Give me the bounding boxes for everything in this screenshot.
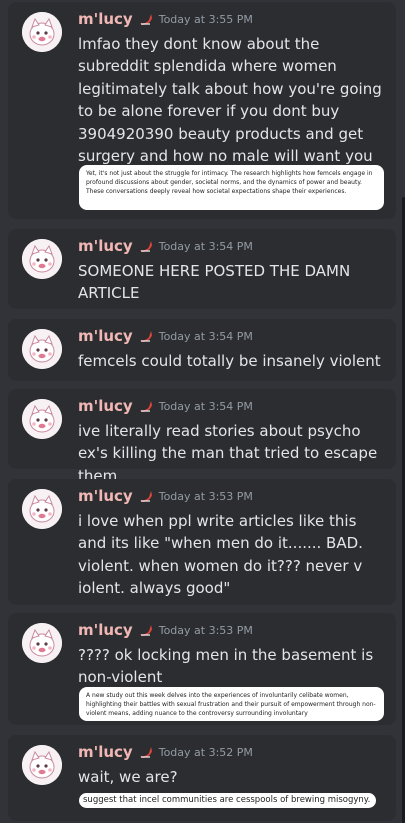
avatar-image	[22, 329, 62, 369]
role-badge-icon	[137, 487, 155, 505]
author-name[interactable]: m'lucy	[78, 10, 133, 28]
author-name[interactable]: m'lucy	[78, 743, 133, 761]
avatar-image	[22, 623, 62, 663]
timestamp: Today at 3:53 PM	[158, 623, 253, 637]
author-name[interactable]: m'lucy	[78, 237, 133, 255]
avatar[interactable]	[22, 623, 62, 663]
message: m'lucy Today at 3:54 PM SOMEONE HERE POS…	[8, 229, 396, 309]
avatar[interactable]	[22, 489, 62, 529]
message-text: ive literally read stories about psycho …	[78, 422, 378, 485]
message-header: m'lucy Today at 3:53 PM	[78, 487, 253, 505]
role-badge-icon	[137, 327, 155, 345]
message: m'lucy Today at 3:52 PM wait, we are? su…	[8, 735, 396, 821]
role-badge-icon	[137, 621, 155, 639]
message: m'lucy Today at 3:54 PM femcels could to…	[8, 319, 396, 381]
avatar-image	[22, 239, 62, 279]
message-header: m'lucy Today at 3:52 PM	[78, 743, 253, 761]
message-header: m'lucy Today at 3:54 PM	[78, 327, 253, 345]
timestamp: Today at 3:54 PM	[158, 239, 253, 253]
attachment-image[interactable]: A new study out this week delves into th…	[79, 687, 384, 721]
role-badge-icon	[137, 397, 155, 415]
avatar-image	[22, 12, 62, 52]
message: m'lucy Today at 3:53 PM ???? ok locking …	[8, 613, 396, 725]
message-text: femcels could totally be insanely violen…	[78, 352, 381, 370]
author-name[interactable]: m'lucy	[78, 621, 133, 639]
message-text: i love when ppl write articles like this…	[78, 512, 363, 598]
timestamp: Today at 3:52 PM	[158, 745, 253, 759]
timestamp: Today at 3:53 PM	[158, 489, 253, 503]
message-text: SOMEONE HERE POSTED THE DAMN ARTICLE	[78, 262, 351, 303]
avatar[interactable]	[22, 12, 62, 52]
avatar-image	[22, 745, 62, 785]
author-name[interactable]: m'lucy	[78, 327, 133, 345]
message-text: ???? ok locking men in the basement is n…	[78, 646, 374, 687]
message-header: m'lucy Today at 3:53 PM	[78, 621, 253, 639]
message-header: m'lucy Today at 3:55 PM	[78, 10, 253, 28]
role-badge-icon	[137, 10, 155, 28]
message: m'lucy Today at 3:54 PM ive literally re…	[8, 389, 396, 485]
avatar[interactable]	[22, 399, 62, 439]
message-text: wait, we are?	[78, 768, 178, 786]
message-header: m'lucy Today at 3:54 PM	[78, 397, 253, 415]
avatar[interactable]	[22, 329, 62, 369]
avatar[interactable]	[22, 745, 62, 785]
message-text: lmfao they dont know about the subreddit…	[78, 35, 382, 166]
timestamp: Today at 3:55 PM	[158, 12, 253, 26]
timestamp: Today at 3:54 PM	[158, 399, 253, 413]
avatar-image	[22, 489, 62, 529]
role-badge-icon	[137, 237, 155, 255]
author-name[interactable]: m'lucy	[78, 397, 133, 415]
attachment-image[interactable]: suggest that incel communities are cessp…	[79, 793, 376, 808]
message-header: m'lucy Today at 3:54 PM	[78, 237, 253, 255]
avatar[interactable]	[22, 239, 62, 279]
message: m'lucy Today at 3:55 PM lmfao they dont …	[8, 2, 396, 219]
role-badge-icon	[137, 743, 155, 761]
avatar-image	[22, 399, 62, 439]
attachment-image[interactable]: Yet, it's not just about the struggle fo…	[79, 165, 384, 210]
author-name[interactable]: m'lucy	[78, 487, 133, 505]
timestamp: Today at 3:54 PM	[158, 329, 253, 343]
message: m'lucy Today at 3:53 PM i love when ppl …	[8, 479, 396, 605]
